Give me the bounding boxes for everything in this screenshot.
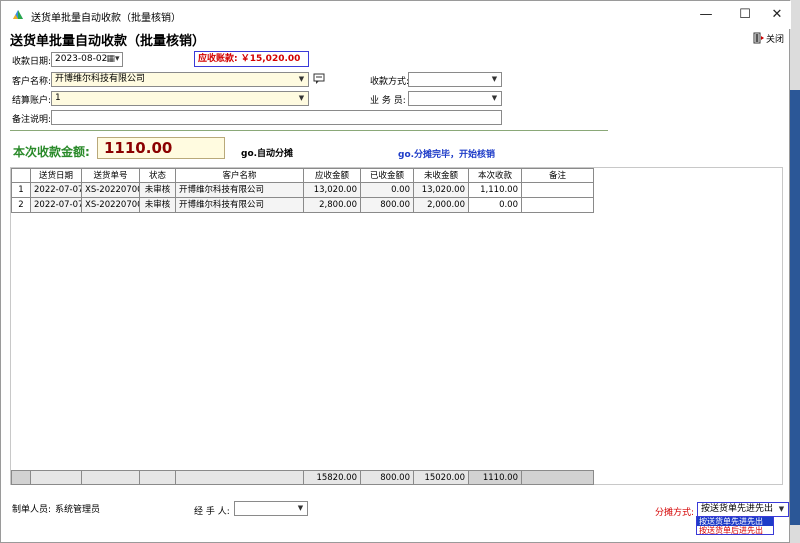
payment-method-select[interactable]: ▼ (408, 72, 502, 87)
background-accent (790, 90, 800, 525)
cell-delivery-no[interactable]: XS-202207001 (82, 183, 140, 198)
app-icon (13, 10, 23, 19)
receivable-amount-display: 应收账款: ￥15,020.00 (194, 51, 309, 67)
customer-lookup-icon[interactable] (313, 73, 326, 85)
title-bar: 送货单批量自动收款（批量核销） — ☐ ✕ (1, 1, 791, 29)
background-window-strip (790, 0, 800, 543)
salesperson-select[interactable]: ▼ (408, 91, 502, 106)
cell-unreceived[interactable]: 13,020.00 (414, 183, 469, 198)
remark-label: 备注说明: (12, 115, 52, 125)
row-index: 2 (11, 198, 31, 213)
cell-unreceived[interactable]: 2,000.00 (414, 198, 469, 213)
page-title: 送货单批量自动收款（批量核销） (10, 34, 206, 49)
exit-door-icon (753, 32, 764, 44)
totals-blank (11, 470, 31, 485)
header-note[interactable]: 备注 (522, 168, 594, 183)
table-row[interactable]: 1 2022-07-07 XS-202207001 未审核 开博维尔科技有限公司… (11, 183, 594, 198)
totals-blank (140, 470, 176, 485)
cell-this-receipt[interactable]: 0.00 (469, 198, 522, 213)
maximize-button[interactable]: ☐ (730, 5, 760, 25)
salesperson-label: 业 务 员: (370, 96, 406, 106)
header-this-receipt[interactable]: 本次收款 (469, 168, 522, 183)
minimize-button[interactable]: — (691, 5, 721, 25)
calendar-dropdown-icon[interactable]: ▦▾ (106, 54, 120, 65)
cell-receivable[interactable]: 2,800.00 (304, 198, 361, 213)
receipt-amount-input[interactable]: 1110.00 (97, 137, 225, 159)
close-form-label: 关闭 (766, 34, 785, 45)
cell-receivable[interactable]: 13,020.00 (304, 183, 361, 198)
cell-customer[interactable]: 开博维尔科技有限公司 (176, 183, 304, 198)
totals-blank (176, 470, 304, 485)
creator-value: 系统管理员 (55, 505, 101, 515)
cell-delivery-date[interactable]: 2022-07-07 (31, 198, 82, 213)
main-window: 送货单批量自动收款（批量核销） — ☐ ✕ 送货单批量自动收款（批量核销） 关闭… (0, 0, 791, 543)
settlement-account-select[interactable]: 1 ▼ (51, 91, 309, 106)
section-divider (10, 130, 608, 131)
grid-totals-row: 15820.00 800.00 15020.00 1110.00 (11, 470, 594, 485)
allocation-dropdown-list[interactable]: 按送货单先进先出 按送货单后进先出 (696, 516, 774, 535)
chevron-down-icon[interactable]: ▼ (295, 503, 306, 514)
cell-delivery-date[interactable]: 2022-07-07 (31, 183, 82, 198)
header-delivery-no[interactable]: 送货单号 (82, 168, 140, 183)
receipt-date-label: 收款日期: (12, 57, 52, 67)
receipt-amount-label: 本次收款金额: (13, 145, 90, 159)
row-index: 1 (11, 183, 31, 198)
totals-blank (31, 470, 82, 485)
chevron-down-icon[interactable]: ▼ (296, 74, 307, 85)
auto-allocate-link[interactable]: go.自动分摊 (241, 146, 293, 159)
allocation-method-label: 分摊方式: (655, 508, 695, 518)
handler-label: 经 手 人: (194, 507, 230, 517)
header-received[interactable]: 已收金额 (361, 168, 414, 183)
header-receivable[interactable]: 应收金额 (304, 168, 361, 183)
header-customer[interactable]: 客户名称 (176, 168, 304, 183)
customer-value: 开博维尔科技有限公司 (55, 74, 146, 84)
payment-method-label: 收款方式: (370, 77, 410, 87)
totals-blank (82, 470, 140, 485)
remark-input[interactable] (51, 110, 502, 125)
cell-status[interactable]: 未审核 (140, 183, 176, 198)
cell-received[interactable]: 0.00 (361, 183, 414, 198)
cell-note[interactable] (522, 183, 594, 198)
total-receivable: 15820.00 (304, 470, 361, 485)
close-form-button[interactable]: 关闭 (753, 30, 784, 46)
total-this-receipt: 1110.00 (469, 470, 522, 485)
settlement-account-label: 结算账户: (12, 96, 52, 106)
settlement-account-value: 1 (55, 93, 61, 103)
cell-status[interactable]: 未审核 (140, 198, 176, 213)
customer-select[interactable]: 开博维尔科技有限公司 ▼ (51, 72, 309, 87)
table-row[interactable]: 2 2022-07-07 XS-202207002 未审核 开博维尔科技有限公司… (11, 198, 594, 213)
header-unreceived[interactable]: 未收金额 (414, 168, 469, 183)
chevron-down-icon[interactable]: ▼ (776, 504, 787, 515)
cell-received[interactable]: 800.00 (361, 198, 414, 213)
cell-customer[interactable]: 开博维尔科技有限公司 (176, 198, 304, 213)
creator-label: 制单人员: (12, 505, 52, 515)
total-received: 800.00 (361, 470, 414, 485)
allocation-option-lifo[interactable]: 按送货单后进先出 (697, 526, 773, 535)
start-write-off-link[interactable]: go.分摊完毕，开始核销 (398, 147, 495, 160)
chevron-down-icon[interactable]: ▼ (489, 93, 500, 104)
close-window-button[interactable]: ✕ (762, 5, 792, 25)
window-title: 送货单批量自动收款（批量核销） (31, 13, 181, 24)
allocation-method-select[interactable]: 按送货单先进先出 ▼ (697, 502, 789, 517)
header-delivery-date[interactable]: 送货日期 (31, 168, 82, 183)
cell-delivery-no[interactable]: XS-202207002 (82, 198, 140, 213)
totals-blank (522, 470, 594, 485)
allocation-method-value: 按送货单先进先出 (701, 504, 774, 514)
chevron-down-icon[interactable]: ▼ (489, 74, 500, 85)
allocation-option-fifo[interactable]: 按送货单先进先出 (697, 517, 773, 526)
cell-this-receipt[interactable]: 1,110.00 (469, 183, 522, 198)
header-index (11, 168, 31, 183)
receipt-date-value: 2023-08-02 (55, 54, 108, 64)
total-unreceived: 15020.00 (414, 470, 469, 485)
cell-note[interactable] (522, 198, 594, 213)
receipt-date-field[interactable]: 2023-08-02 ▦▾ (51, 52, 123, 67)
header-status[interactable]: 状态 (140, 168, 176, 183)
chevron-down-icon[interactable]: ▼ (296, 93, 307, 104)
grid-header: 送货日期 送货单号 状态 客户名称 应收金额 已收金额 未收金额 本次收款 备注 (11, 168, 594, 183)
delivery-grid[interactable]: 送货日期 送货单号 状态 客户名称 应收金额 已收金额 未收金额 本次收款 备注… (10, 167, 783, 485)
handler-select[interactable]: ▼ (234, 501, 308, 516)
customer-label: 客户名称: (12, 77, 52, 87)
